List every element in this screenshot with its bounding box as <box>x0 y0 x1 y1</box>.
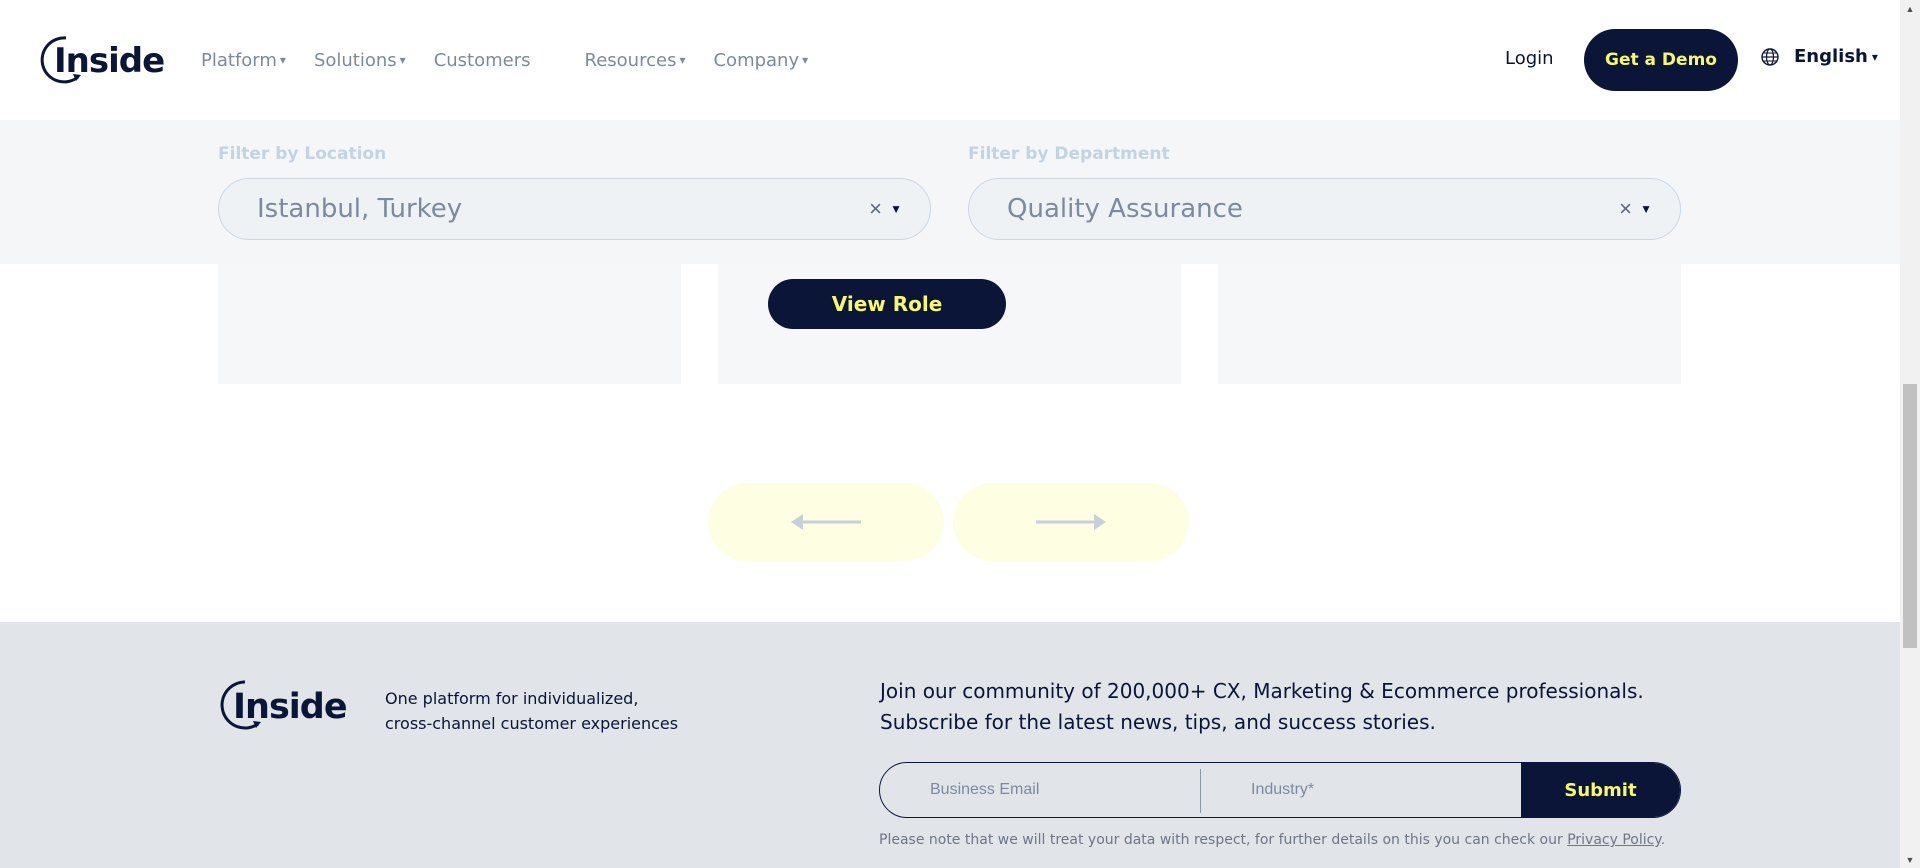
logo-wordmark: Insider <box>54 41 164 81</box>
view-role-button[interactable]: View Role <box>768 279 1006 329</box>
job-filters: Filter by Location Istanbul, Turkey × ▼ … <box>0 120 1900 264</box>
arrow-right-icon <box>1036 514 1106 530</box>
submit-button[interactable]: Submit <box>1521 763 1680 817</box>
nav-customers[interactable]: Customers <box>434 50 531 71</box>
carousel-prev-button[interactable] <box>708 483 944 561</box>
chevron-down-icon: ▾ <box>279 53 286 67</box>
dropdown-arrow-icon[interactable]: ▼ <box>1640 202 1652 216</box>
industry-select[interactable]: Industry* <box>1201 763 1521 817</box>
language-label: English <box>1794 46 1868 67</box>
privacy-note: Please note that we will treat your data… <box>879 832 1665 848</box>
dropdown-arrow-icon[interactable]: ▼ <box>890 202 902 216</box>
site-header: Insider Platform ▾ Solutions ▾ Customers… <box>0 0 1900 120</box>
nav-resources-label: Resources <box>584 49 677 71</box>
clear-icon[interactable]: × <box>1619 196 1632 222</box>
privacy-policy-link[interactable]: Privacy Policy <box>1567 832 1660 848</box>
newsletter-line: Subscribe for the latest news, tips, and… <box>880 710 1436 734</box>
filter-location-value: Istanbul, Turkey <box>257 194 463 224</box>
carousel-next-button[interactable] <box>953 483 1189 561</box>
nav-solutions-label: Solutions <box>313 49 397 71</box>
clear-icon[interactable]: × <box>869 196 882 222</box>
nav-platform-label: Platform <box>201 49 277 71</box>
chevron-down-icon: ▾ <box>679 53 686 67</box>
job-card <box>1218 264 1681 384</box>
chevron-down-icon: ▾ <box>399 53 406 67</box>
nav-platform[interactable]: Platform ▾ <box>201 50 286 71</box>
filter-department-value: Quality Assurance <box>1007 194 1243 224</box>
chevron-down-icon: ▾ <box>802 53 809 67</box>
insider-logo-mark: Insider <box>40 36 164 84</box>
business-email-input[interactable] <box>880 763 1200 817</box>
scroll-up-icon[interactable]: ▲ <box>1900 0 1920 17</box>
login-link[interactable]: Login <box>1505 48 1554 69</box>
job-card <box>218 264 681 384</box>
insider-logo[interactable]: Insider <box>40 30 164 90</box>
scrollbar-thumb[interactable] <box>1903 384 1917 648</box>
newsletter-heading: Join our community of 200,000+ CX, Marke… <box>880 676 1644 738</box>
tagline-line: cross-channel customer experiences <box>385 714 679 733</box>
insider-logo-mark: Insider <box>220 680 366 730</box>
main-nav: Platform ▾ Solutions ▾ Customers Resourc… <box>201 0 836 120</box>
language-selector[interactable]: English ▾ <box>1760 46 1878 67</box>
privacy-end: . <box>1660 832 1666 848</box>
filter-department-select[interactable]: Quality Assurance × ▼ <box>968 178 1681 240</box>
nav-resources[interactable]: Resources ▾ <box>585 50 686 71</box>
site-footer: Insider One platform for individualized,… <box>0 622 1900 868</box>
filter-location-select[interactable]: Istanbul, Turkey × ▼ <box>218 178 931 240</box>
nav-solutions[interactable]: Solutions ▾ <box>314 50 406 71</box>
filter-department-label: Filter by Department <box>968 144 1170 164</box>
filter-location-label: Filter by Location <box>218 144 387 164</box>
page-scrollbar[interactable]: ▲ ▼ <box>1900 0 1920 868</box>
get-demo-button[interactable]: Get a Demo <box>1584 29 1738 91</box>
nav-company[interactable]: Company ▾ <box>713 50 808 71</box>
newsletter-form: Industry* Submit <box>879 762 1681 818</box>
scroll-down-icon[interactable]: ▼ <box>1900 851 1920 868</box>
newsletter-line: Join our community of 200,000+ CX, Marke… <box>880 679 1644 703</box>
footer-logo[interactable]: Insider <box>218 676 366 741</box>
nav-customers-label: Customers <box>433 49 531 71</box>
privacy-text: Please note that we will treat your data… <box>879 832 1568 848</box>
chevron-down-icon: ▾ <box>1871 49 1878 64</box>
tagline-line: One platform for individualized, <box>385 689 639 708</box>
footer-logo-wordmark: Insider <box>233 687 348 727</box>
globe-icon <box>1761 47 1779 66</box>
nav-company-label: Company <box>713 49 800 71</box>
footer-tagline: One platform for individualized, cross-c… <box>385 686 678 736</box>
arrow-left-icon <box>791 514 861 530</box>
